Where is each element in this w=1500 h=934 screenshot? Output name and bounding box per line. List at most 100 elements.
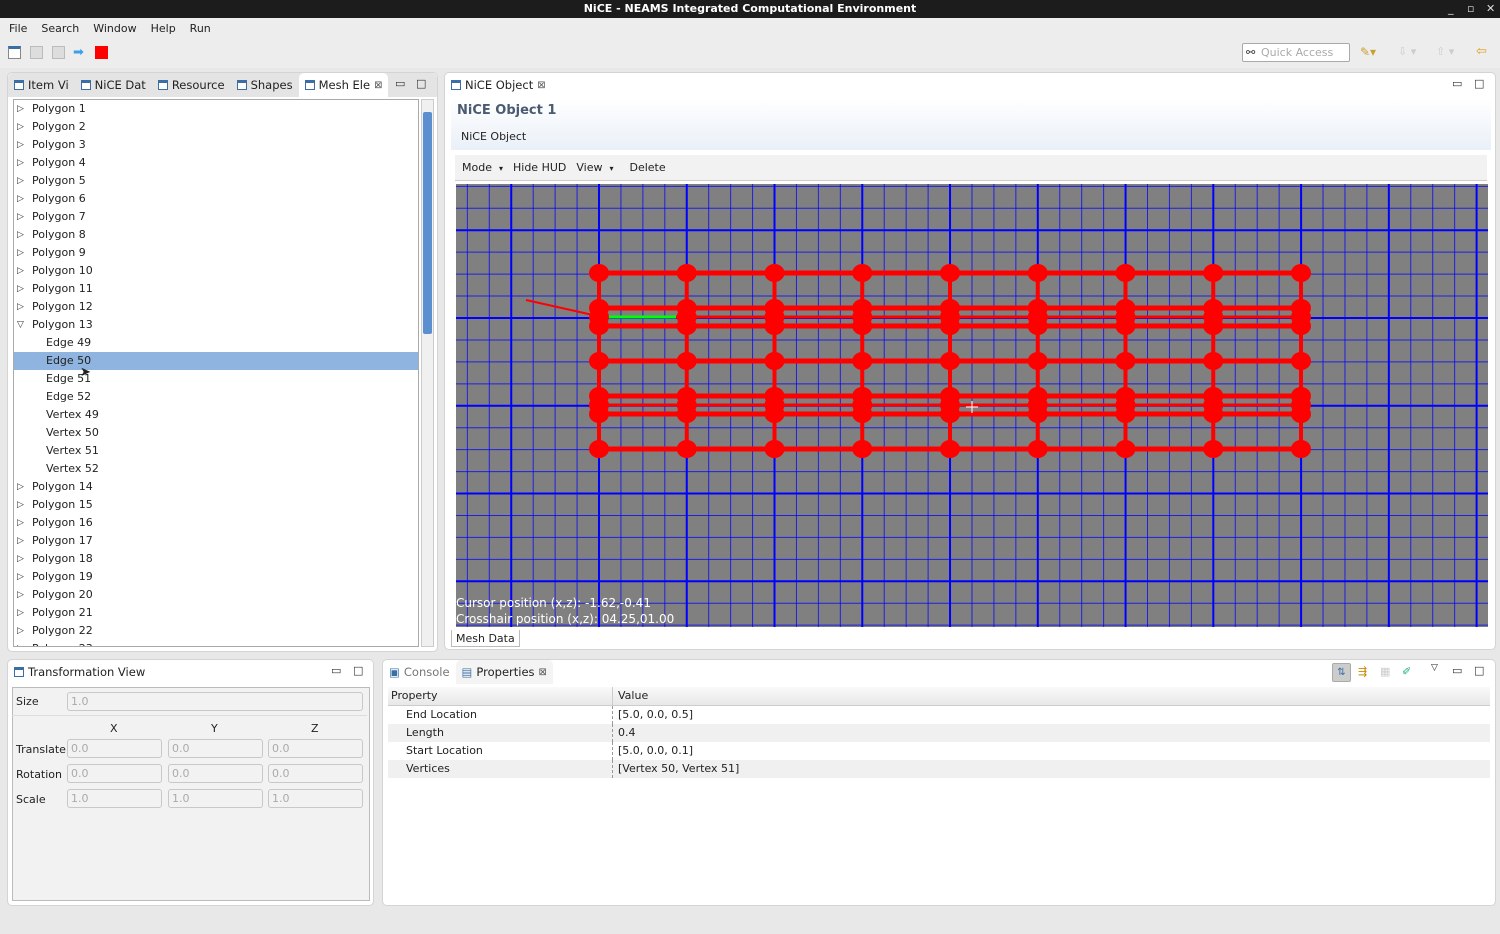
property-row[interactable]: Length 0.4 [388,724,1490,742]
tree-item[interactable]: Edge 52 [14,388,418,406]
tree-item[interactable]: Vertex 50 [14,424,418,442]
scale-y-field[interactable]: 1.0 [168,789,263,808]
collapsed-arrow-icon[interactable]: ▷ [17,514,24,532]
collapsed-arrow-icon[interactable]: ▷ [17,154,24,172]
tree-item[interactable]: Vertex 49 [14,406,418,424]
menu-help[interactable]: Help [151,22,176,35]
tree-item[interactable]: Edge 49 [14,334,418,352]
collapsed-arrow-icon[interactable]: ▷ [17,604,24,622]
scale-x-field[interactable]: 1.0 [67,789,162,808]
collapsed-arrow-icon[interactable]: ▷ [17,136,24,154]
tree-item[interactable]: Vertex 52 [14,460,418,478]
tree-item[interactable]: ▷ Polygon 8 [14,226,418,244]
save-all-icon[interactable] [52,46,65,59]
maximize-icon[interactable]: □ [1474,664,1484,677]
close-tab-icon[interactable]: ⊠ [374,80,382,91]
tree-item[interactable]: ▷ Polygon 12 [14,298,418,316]
delete-button[interactable]: Delete [630,161,666,174]
show-categories-icon[interactable]: ⇅ [1332,663,1351,682]
maximize-icon[interactable]: □ [1474,77,1484,90]
tree-item[interactable]: ▷ Polygon 9 [14,244,418,262]
tree-item[interactable]: ▷ Polygon 1 [14,100,418,118]
tab-nice-data[interactable]: NiCE Dat [75,73,152,97]
tree-item[interactable]: ▷ Polygon 7 [14,208,418,226]
minimize-icon[interactable]: ▭ [331,664,341,677]
collapsed-arrow-icon[interactable]: ▷ [17,280,24,298]
tab-console[interactable]: ▣ Console [383,660,456,684]
tree-item[interactable]: ▷ Polygon 15 [14,496,418,514]
tab-properties[interactable]: ▤ Properties ⊠ [455,660,553,684]
tree-item[interactable]: ▷ Polygon 16 [14,514,418,532]
size-field[interactable]: 1.0 [67,692,363,711]
collapsed-arrow-icon[interactable]: ▷ [17,226,24,244]
expanded-arrow-icon[interactable]: ▽ [17,316,24,334]
collapsed-arrow-icon[interactable]: ▷ [17,262,24,280]
collapsed-arrow-icon[interactable]: ▷ [17,298,24,316]
minimize-button[interactable]: _ [1448,0,1454,18]
close-tab-icon[interactable]: ⊠ [537,80,545,91]
pin-icon[interactable]: ✐ [1402,665,1411,678]
quick-access-input[interactable]: ⚯ Quick Access [1242,43,1350,62]
tree-item[interactable]: ▽ Polygon 13 [14,316,418,334]
next-annotation-icon[interactable]: ⇩ ▾ [1398,45,1416,58]
tree-item[interactable]: ▷ Polygon 11 [14,280,418,298]
collapsed-arrow-icon[interactable]: ▷ [17,550,24,568]
collapsed-arrow-icon[interactable]: ▷ [17,568,24,586]
stop-icon[interactable] [95,46,108,59]
property-row[interactable]: End Location [5.0, 0.0, 0.5] [388,706,1490,724]
minimize-icon[interactable]: ▭ [395,77,405,90]
hide-hud-button[interactable]: Hide HUD [513,161,566,174]
perspective-brush-icon[interactable]: ✎▾ [1360,45,1376,59]
rotation-y-field[interactable]: 0.0 [168,764,263,783]
property-row[interactable]: Start Location [5.0, 0.0, 0.1] [388,742,1490,760]
translate-x-field[interactable]: 0.0 [67,739,162,758]
maximize-button[interactable]: ▫ [1467,0,1474,18]
tab-nice-object[interactable]: NiCE Object ⊠ [445,73,552,97]
property-row[interactable]: Vertices [Vertex 50, Vertex 51] [388,760,1490,778]
collapsed-arrow-icon[interactable]: ▷ [17,622,24,640]
tab-shapes[interactable]: Shapes [231,73,299,97]
collapsed-arrow-icon[interactable]: ▷ [17,586,24,604]
new-item-icon[interactable] [8,46,21,59]
minimize-icon[interactable]: ▭ [1452,664,1462,677]
mesh-viewport[interactable] [456,184,1488,627]
tree-item[interactable]: ▷ Polygon 21 [14,604,418,622]
tree-item[interactable]: ▷ Polygon 22 [14,622,418,640]
view-menu-icon[interactable]: ▽ [1431,663,1438,673]
collapsed-arrow-icon[interactable]: ▷ [17,640,24,646]
tree-item[interactable]: Vertex 51 [14,442,418,460]
tab-mesh-data[interactable]: Mesh Data [451,630,520,647]
maximize-icon[interactable]: □ [353,664,363,677]
scale-z-field[interactable]: 1.0 [268,789,363,808]
menu-search[interactable]: Search [41,22,79,35]
tree-item[interactable]: Edge 50 [14,352,418,370]
tab-mesh-elements[interactable]: Mesh Ele ⊠ [298,73,389,97]
collapsed-arrow-icon[interactable]: ▷ [17,190,24,208]
collapsed-arrow-icon[interactable]: ▷ [17,172,24,190]
translate-z-field[interactable]: 0.0 [268,739,363,758]
collapsed-arrow-icon[interactable]: ▷ [17,478,24,496]
collapsed-arrow-icon[interactable]: ▷ [17,496,24,514]
tree-item[interactable]: Edge 51 [14,370,418,388]
menu-window[interactable]: Window [93,22,136,35]
tree-item[interactable]: ▷ Polygon 4 [14,154,418,172]
collapsed-arrow-icon[interactable]: ▷ [17,208,24,226]
tree-item[interactable]: ▷ Polygon 14 [14,478,418,496]
show-advanced-icon[interactable]: ⇶ [1358,665,1367,678]
tab-transformation-view[interactable]: Transformation View [8,660,152,684]
tree-item[interactable]: ▷ Polygon 2 [14,118,418,136]
tree-item[interactable]: ▷ Polygon 3 [14,136,418,154]
mode-dropdown[interactable]: Mode ▾ [462,161,503,174]
collapsed-arrow-icon[interactable]: ▷ [17,532,24,550]
tree-item[interactable]: ▷ Polygon 18 [14,550,418,568]
restore-default-icon[interactable]: ▦ [1380,665,1390,678]
tree-item[interactable]: ▷ Polygon 10 [14,262,418,280]
previous-annotation-icon[interactable]: ⇧ ▾ [1436,45,1454,58]
tree-item[interactable]: ▷ Polygon 5 [14,172,418,190]
tree-item[interactable]: ▷ Polygon 6 [14,190,418,208]
back-arrow-icon[interactable]: ⇦ [1476,44,1487,59]
save-icon[interactable] [30,46,43,59]
collapsed-arrow-icon[interactable]: ▷ [17,118,24,136]
menu-file[interactable]: File [9,22,27,35]
tree-item[interactable]: ▷ Polygon 20 [14,586,418,604]
